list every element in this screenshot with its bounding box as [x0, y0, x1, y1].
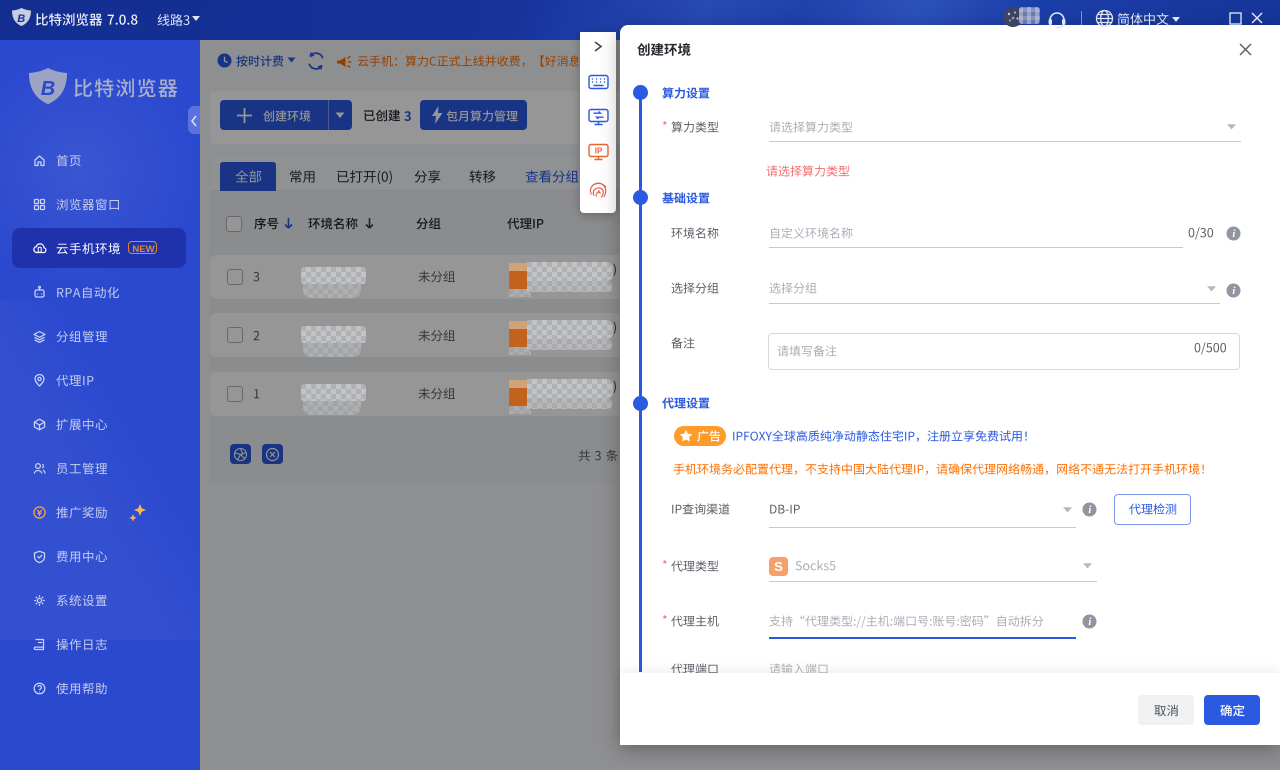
svg-text:B: B: [17, 13, 25, 25]
svg-text:B: B: [41, 78, 55, 100]
svg-text:i: i: [1233, 229, 1236, 240]
svg-text:i: i: [1233, 286, 1236, 297]
svg-text:IP: IP: [595, 147, 603, 156]
svg-text:S: S: [774, 559, 783, 574]
svg-text:NEW: NEW: [132, 244, 154, 255]
svg-text:i: i: [1088, 505, 1091, 516]
svg-text:i: i: [1088, 617, 1091, 628]
